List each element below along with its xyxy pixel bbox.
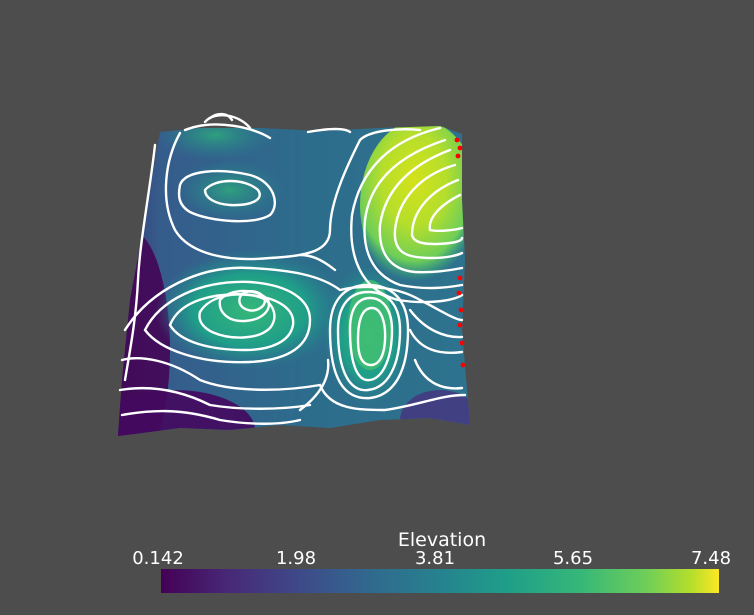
colorbar-tick-min: 0.142 bbox=[132, 548, 184, 569]
colorbar-title: Elevation bbox=[397, 529, 487, 551]
colorbar-tick-max: 7.48 bbox=[690, 548, 732, 569]
colorbar-tick-2: 1.98 bbox=[275, 548, 317, 569]
colorbar-tick-3: 3.81 bbox=[414, 548, 456, 569]
colorbar-gradient bbox=[161, 569, 719, 593]
colorbar-tick-4: 5.65 bbox=[552, 548, 594, 569]
render-viewport[interactable] bbox=[0, 0, 754, 615]
